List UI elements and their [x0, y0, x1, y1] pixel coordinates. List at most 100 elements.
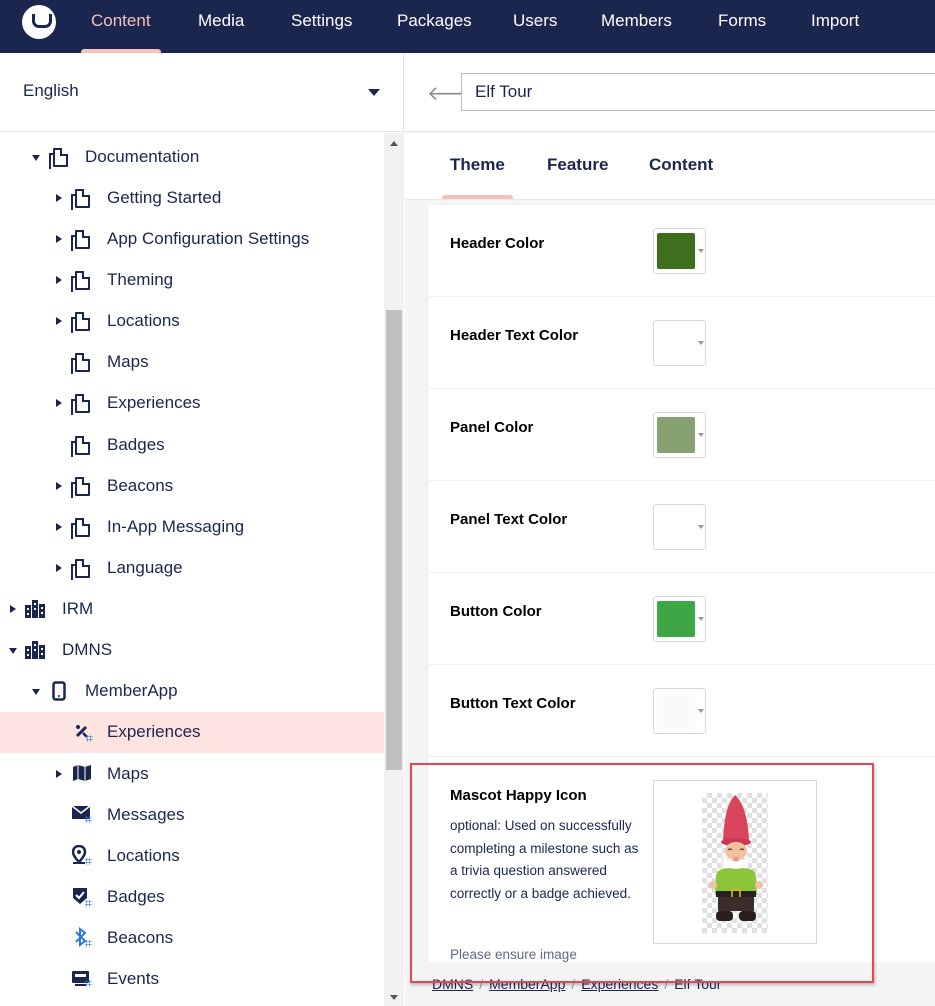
tree-item-badges[interactable]: Badges — [0, 877, 384, 918]
tree-item-experiences[interactable]: Experiences — [0, 712, 384, 753]
caret-right-icon[interactable] — [56, 770, 62, 778]
caret-right-icon[interactable] — [56, 317, 62, 325]
tree-item-label: Theming — [107, 270, 174, 289]
tree-item-label: Maps — [107, 352, 149, 371]
events-icon — [72, 969, 92, 991]
breadcrumb-current: Elf Tour — [674, 976, 722, 992]
nav-users[interactable]: Users — [503, 0, 567, 53]
tree-item-label: Beacons — [107, 476, 174, 495]
tree-item-language[interactable]: Language — [0, 548, 384, 589]
color-picker-header-text-color[interactable] — [653, 320, 706, 366]
color-picker-button-text-color[interactable] — [653, 688, 706, 734]
editor-tabs: Theme Feature Content — [405, 133, 935, 200]
tree-item-label: IRM — [62, 599, 94, 618]
caret-right-icon[interactable] — [56, 194, 62, 202]
nav-packages[interactable]: Packages — [387, 0, 482, 53]
tree-item-badges-doc[interactable]: Badges — [0, 425, 384, 466]
umbraco-logo[interactable] — [22, 5, 56, 39]
nav-members[interactable]: Members — [591, 0, 682, 53]
tree-item-locations-doc[interactable]: Locations — [0, 301, 384, 342]
caret-right-icon[interactable] — [56, 482, 62, 490]
tree-item-dmns[interactable]: DMNS — [0, 630, 384, 671]
color-picker-panel-color[interactable] — [653, 412, 706, 458]
document-icon — [71, 229, 92, 251]
nav-settings[interactable]: Settings — [281, 0, 362, 53]
tree-item-maps[interactable]: Maps — [0, 754, 384, 795]
scroll-up-arrow-icon[interactable] — [390, 141, 398, 146]
tree-item-maps-doc[interactable]: Maps — [0, 342, 384, 383]
tree-item-locations[interactable]: Locations — [0, 836, 384, 877]
property-label: Header Color — [450, 235, 545, 252]
document-icon — [71, 352, 92, 374]
map-icon — [72, 764, 92, 786]
location-pin-icon — [71, 844, 92, 867]
scrollbar-thumb[interactable] — [386, 310, 402, 770]
caret-down-icon[interactable] — [32, 155, 40, 161]
tree-item-label: DMNS — [62, 640, 113, 659]
tab-theme[interactable]: Theme — [442, 155, 513, 199]
caret-down-icon[interactable] — [32, 689, 40, 695]
breadcrumb-link-dmns[interactable]: DMNS — [432, 976, 473, 992]
tree-item-in-app-messaging[interactable]: In-App Messaging — [0, 507, 384, 548]
nav-forms[interactable]: Forms — [708, 0, 776, 53]
content-name-input[interactable] — [461, 73, 935, 111]
tree-item-messages[interactable]: Messages — [0, 795, 384, 836]
envelope-icon — [71, 805, 92, 827]
tree-item-label: MemberApp — [85, 681, 178, 700]
nav-import[interactable]: Import — [801, 0, 869, 53]
color-picker-header-color[interactable] — [653, 228, 706, 274]
property-button-color: Button Color — [428, 573, 935, 665]
document-icon — [71, 435, 92, 457]
tree-item-label: Events — [107, 969, 159, 988]
caret-down-icon[interactable] — [368, 89, 380, 96]
editor-header: 🡐 — [405, 53, 935, 132]
breadcrumb-link-memberapp[interactable]: MemberApp — [489, 976, 565, 992]
color-picker-button-color[interactable] — [653, 596, 706, 642]
tree-item-irm[interactable]: IRM — [0, 589, 384, 630]
sidebar-scrollbar[interactable] — [384, 133, 404, 1006]
tree-item-getting-started[interactable]: Getting Started — [0, 178, 384, 219]
caret-down-icon — [698, 433, 704, 437]
tree-item-label: Maps — [107, 764, 149, 783]
scroll-down-arrow-icon[interactable] — [390, 995, 398, 1000]
mascot-image-picker[interactable] — [653, 780, 817, 944]
tree-item-experiences-doc[interactable]: Experiences — [0, 383, 384, 424]
language-selector[interactable]: English — [0, 53, 404, 132]
color-picker-panel-text-color[interactable] — [653, 504, 706, 550]
tree-item-beacons[interactable]: Beacons — [0, 918, 384, 959]
color-swatch — [657, 325, 695, 361]
badge-icon — [72, 887, 92, 909]
color-swatch — [657, 601, 695, 637]
breadcrumb-separator: / — [571, 976, 576, 992]
breadcrumb: DMNS / MemberApp / Experiences / Elf Tour — [405, 962, 935, 1006]
caret-right-icon[interactable] — [56, 276, 62, 284]
caret-right-icon[interactable] — [56, 523, 62, 531]
caret-down-icon — [698, 249, 704, 253]
caret-right-icon[interactable] — [56, 564, 62, 572]
caret-right-icon[interactable] — [56, 235, 62, 243]
tree-item-beacons-doc[interactable]: Beacons — [0, 466, 384, 507]
tree-item-label: App Configuration Settings — [107, 229, 310, 248]
caret-down-icon[interactable] — [9, 648, 17, 654]
document-icon — [71, 270, 92, 292]
mobile-icon — [52, 681, 72, 703]
property-label: Button Color — [450, 603, 542, 620]
caret-right-icon[interactable] — [10, 605, 16, 613]
nav-content[interactable]: Content — [81, 0, 161, 53]
nav-media[interactable]: Media — [188, 0, 254, 53]
caret-down-icon — [698, 341, 704, 345]
document-icon — [71, 311, 92, 333]
tab-content[interactable]: Content — [649, 155, 713, 175]
tree-item-app-configuration-settings[interactable]: App Configuration Settings — [0, 219, 384, 260]
bluetooth-icon — [74, 926, 94, 949]
tree-item-theming[interactable]: Theming — [0, 260, 384, 301]
tree-item-memberapp[interactable]: MemberApp — [0, 671, 384, 712]
tab-feature[interactable]: Feature — [547, 155, 608, 175]
breadcrumb-link-experiences[interactable]: Experiences — [581, 976, 658, 992]
caret-right-icon[interactable] — [56, 399, 62, 407]
tree-item-label: Beacons — [107, 928, 174, 947]
content-editor: 🡐 ☝ Theme Feature Content Header Color H… — [405, 53, 935, 1006]
tree-item-documentation[interactable]: Documentation — [0, 137, 384, 178]
mascot-description: optional: Used on successfully completin… — [450, 818, 639, 901]
tree-item-events[interactable]: Events — [0, 959, 384, 1000]
